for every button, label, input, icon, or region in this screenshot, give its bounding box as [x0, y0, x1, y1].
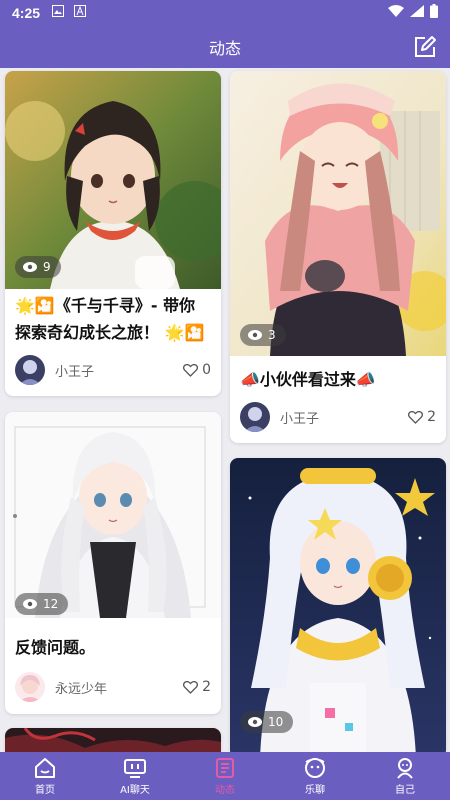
app-bar: 动态	[0, 26, 450, 68]
nav-chat[interactable]: 乐聊	[270, 752, 360, 800]
like-button[interactable]: 2	[183, 679, 211, 695]
nav-feed-label: 动态	[215, 784, 235, 796]
post-card[interactable]	[5, 728, 221, 752]
post-card[interactable]: 3 📣小伙伴看过来📣 小王子 2	[230, 71, 446, 443]
gallery-notification-icon	[52, 5, 65, 21]
page-title: 动态	[208, 39, 241, 58]
tv-icon	[124, 758, 146, 778]
post-title: 📣小伙伴看过来📣	[240, 370, 376, 389]
edit-icon	[415, 36, 436, 57]
like-count: 2	[202, 679, 211, 695]
eye-icon	[248, 330, 262, 340]
post-title: 反馈问题。	[15, 638, 96, 657]
home-icon	[35, 757, 55, 778]
post-title: 🌟🎦《千与千寻》- 带你探索奇幻成长之旅！ 🌟🎦	[15, 296, 205, 342]
nav-feed[interactable]: 动态	[180, 752, 270, 800]
post-image	[5, 728, 221, 752]
signal-icon	[410, 5, 424, 21]
nav-ai-chat[interactable]: AI聊天	[90, 752, 180, 800]
feed-icon	[216, 757, 234, 778]
post-card[interactable]: 10	[230, 458, 446, 752]
avatar[interactable]	[15, 355, 45, 385]
like-count: 0	[202, 362, 211, 378]
avatar[interactable]	[240, 402, 270, 432]
like-button[interactable]: 2	[408, 409, 436, 425]
eye-icon	[23, 599, 37, 609]
eye-icon	[248, 717, 262, 727]
view-count: 12	[15, 593, 69, 615]
post-image	[230, 458, 446, 752]
nav-profile-label: 自己	[395, 784, 415, 796]
font-notification-icon	[74, 5, 87, 21]
nav-profile[interactable]: 自己	[360, 752, 450, 800]
nav-chat-label: 乐聊	[305, 784, 325, 796]
post-footer: 永远少年 2	[15, 672, 211, 702]
view-count-value: 3	[268, 328, 276, 342]
author-name[interactable]: 小王子	[280, 408, 319, 427]
compose-button[interactable]	[412, 34, 438, 60]
heart-icon	[183, 363, 199, 377]
chat-face-icon	[305, 757, 325, 778]
author-name[interactable]: 永远少年	[55, 678, 107, 697]
feed-list[interactable]: 9 🌟🎦《千与千寻》- 带你探索奇幻成长之旅！ 🌟🎦 小王子 0 3 📣小伙伴看…	[0, 68, 450, 752]
avatar[interactable]	[15, 672, 45, 702]
status-bar: 4:25	[0, 0, 450, 26]
like-count: 2	[427, 409, 436, 425]
view-count: 10	[240, 711, 294, 733]
eye-icon	[23, 262, 37, 272]
heart-icon	[408, 410, 424, 424]
post-footer: 小王子 0	[15, 355, 211, 385]
post-image	[230, 71, 446, 356]
nav-ai-chat-label: AI聊天	[120, 784, 150, 796]
post-card[interactable]: 12 反馈问题。 永远少年 2	[5, 412, 221, 714]
post-image	[5, 412, 221, 618]
post-footer: 小王子 2	[240, 402, 436, 432]
view-count-value: 12	[43, 597, 59, 611]
wifi-icon	[388, 5, 404, 21]
nav-home[interactable]: 首页	[0, 752, 90, 800]
bottom-nav: 首页 AI聊天 动态 乐聊 自己	[0, 752, 450, 800]
author-name[interactable]: 小王子	[55, 361, 94, 380]
nav-home-label: 首页	[35, 784, 55, 796]
profile-icon	[397, 757, 413, 779]
heart-icon	[183, 680, 199, 694]
status-time: 4:25	[12, 5, 41, 21]
view-count-value: 9	[43, 260, 51, 274]
post-card[interactable]: 9 🌟🎦《千与千寻》- 带你探索奇幻成长之旅！ 🌟🎦 小王子 0	[5, 71, 221, 396]
battery-icon	[430, 4, 438, 22]
view-count-value: 10	[268, 715, 284, 729]
view-count: 9	[15, 256, 61, 278]
like-button[interactable]: 0	[183, 362, 211, 378]
view-count: 3	[240, 324, 286, 346]
